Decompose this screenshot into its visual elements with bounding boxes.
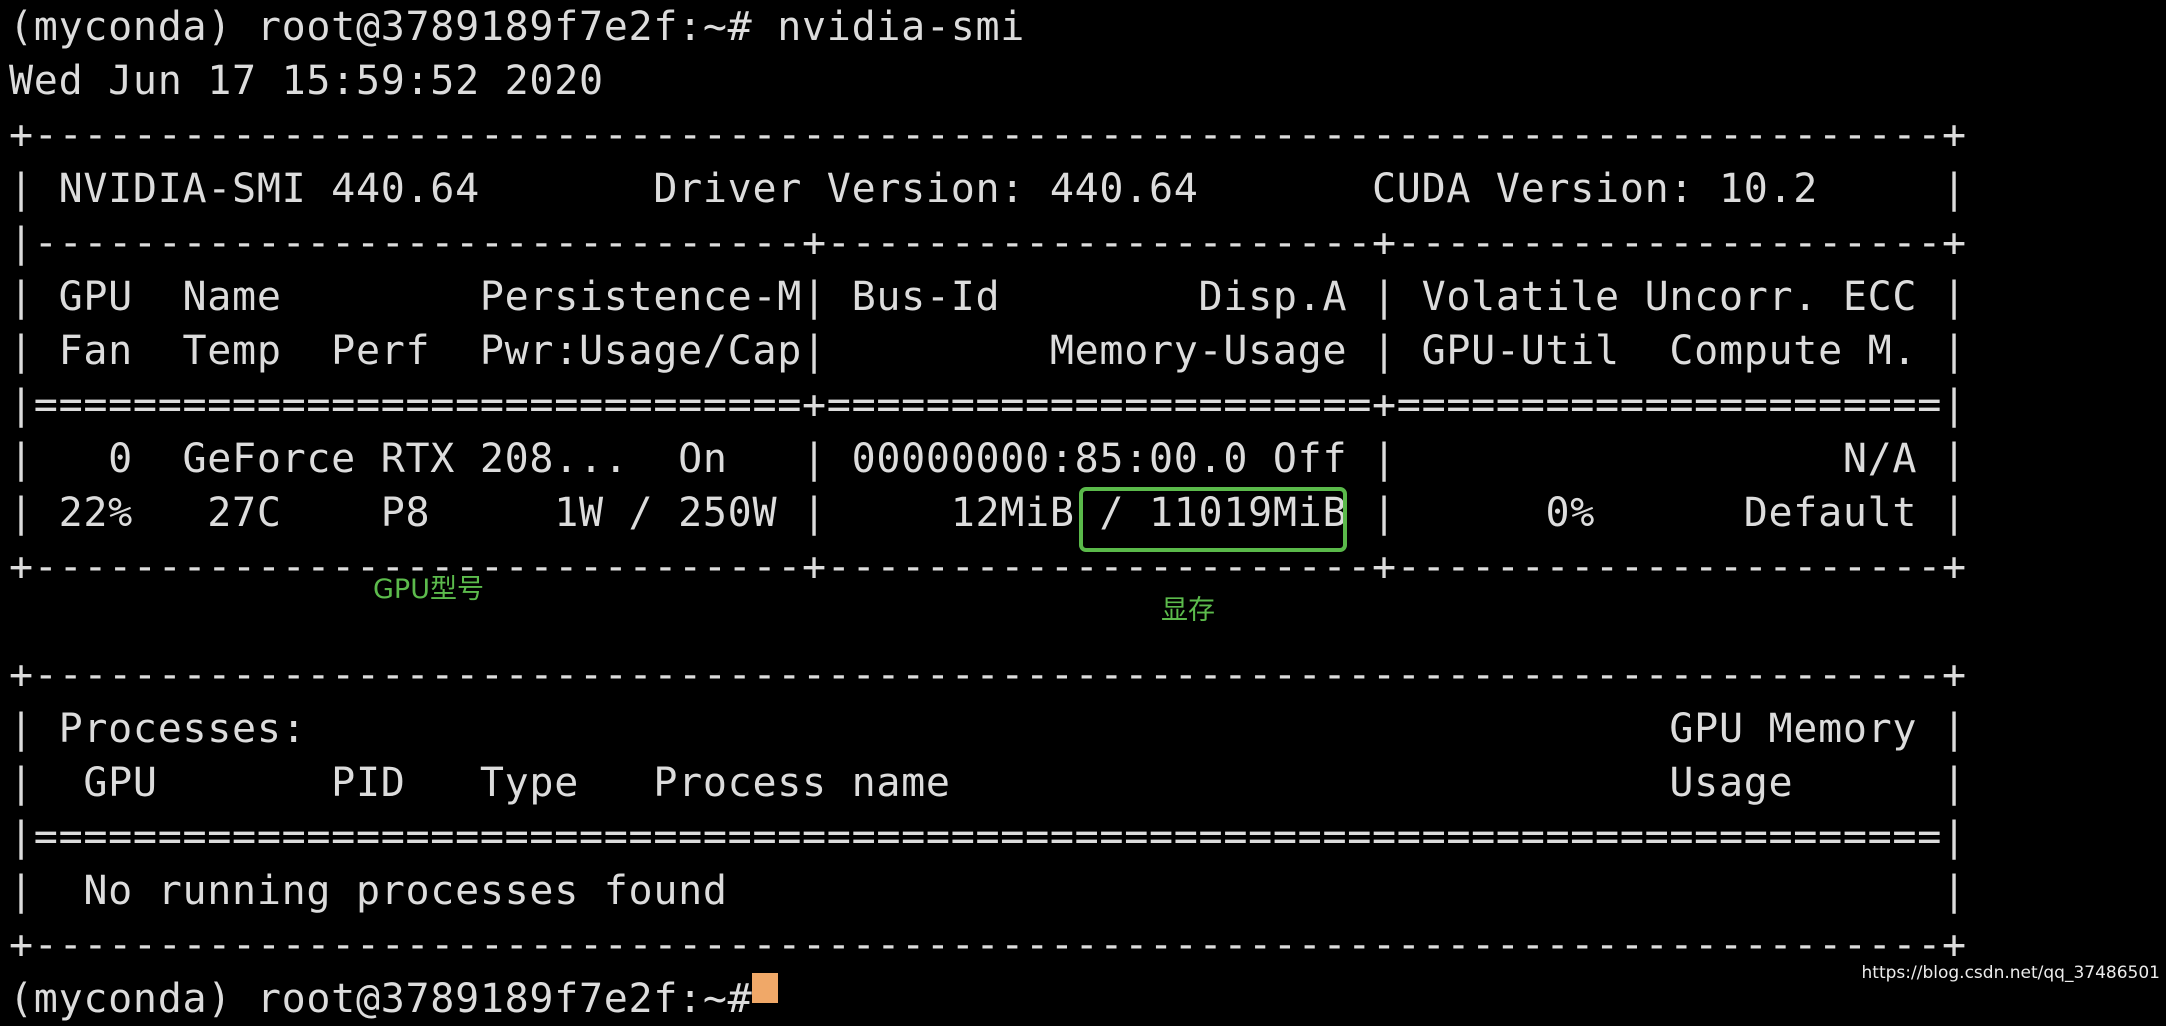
- next-prompt-line: (myconda) root@3789189f7e2f:~#: [9, 976, 778, 1022]
- processes-border-top: +---------------------------------------…: [9, 652, 1967, 698]
- timestamp-line: Wed Jun 17 15:59:52 2020: [9, 58, 604, 104]
- gpu-model-annotation: GPU型号: [373, 574, 484, 605]
- terminal-cursor: [752, 973, 778, 1003]
- processes-empty-row: | No running processes found |: [9, 868, 1967, 914]
- memory-annotation: 显存: [1161, 595, 1215, 626]
- table-header-separator: |===============================+=======…: [9, 382, 1967, 428]
- table-border-bottom: +-------------------------------+-------…: [9, 544, 1967, 590]
- table-border-top: +---------------------------------------…: [9, 112, 1967, 158]
- processes-header-row-1: | Processes: GPU Memory |: [9, 706, 1967, 752]
- prompt-line: (myconda) root@3789189f7e2f:~# nvidia-sm…: [9, 4, 1026, 50]
- gpu-row-1: | 0 GeForce RTX 208... On | 00000000:85:…: [9, 436, 1967, 482]
- processes-header-row-2: | GPU PID Type Process name Usage |: [9, 760, 1967, 806]
- gpu-row-2: | 22% 27C P8 1W / 250W | 12MiB / 11019Mi…: [9, 490, 1967, 536]
- table-divider: |-------------------------------+-------…: [9, 220, 1967, 266]
- table-header-row-2: | Fan Temp Perf Pwr:Usage/Cap| Memory-Us…: [9, 328, 1967, 374]
- memory-highlight-box: [1079, 487, 1347, 552]
- version-line: | NVIDIA-SMI 440.64 Driver Version: 440.…: [9, 166, 1967, 212]
- processes-separator: |=======================================…: [9, 814, 1967, 860]
- table-header-row-1: | GPU Name Persistence-M| Bus-Id Disp.A …: [9, 274, 1967, 320]
- processes-border-bottom: +---------------------------------------…: [9, 922, 1967, 968]
- watermark: https://blog.csdn.net/qq_37486501: [1861, 963, 2160, 983]
